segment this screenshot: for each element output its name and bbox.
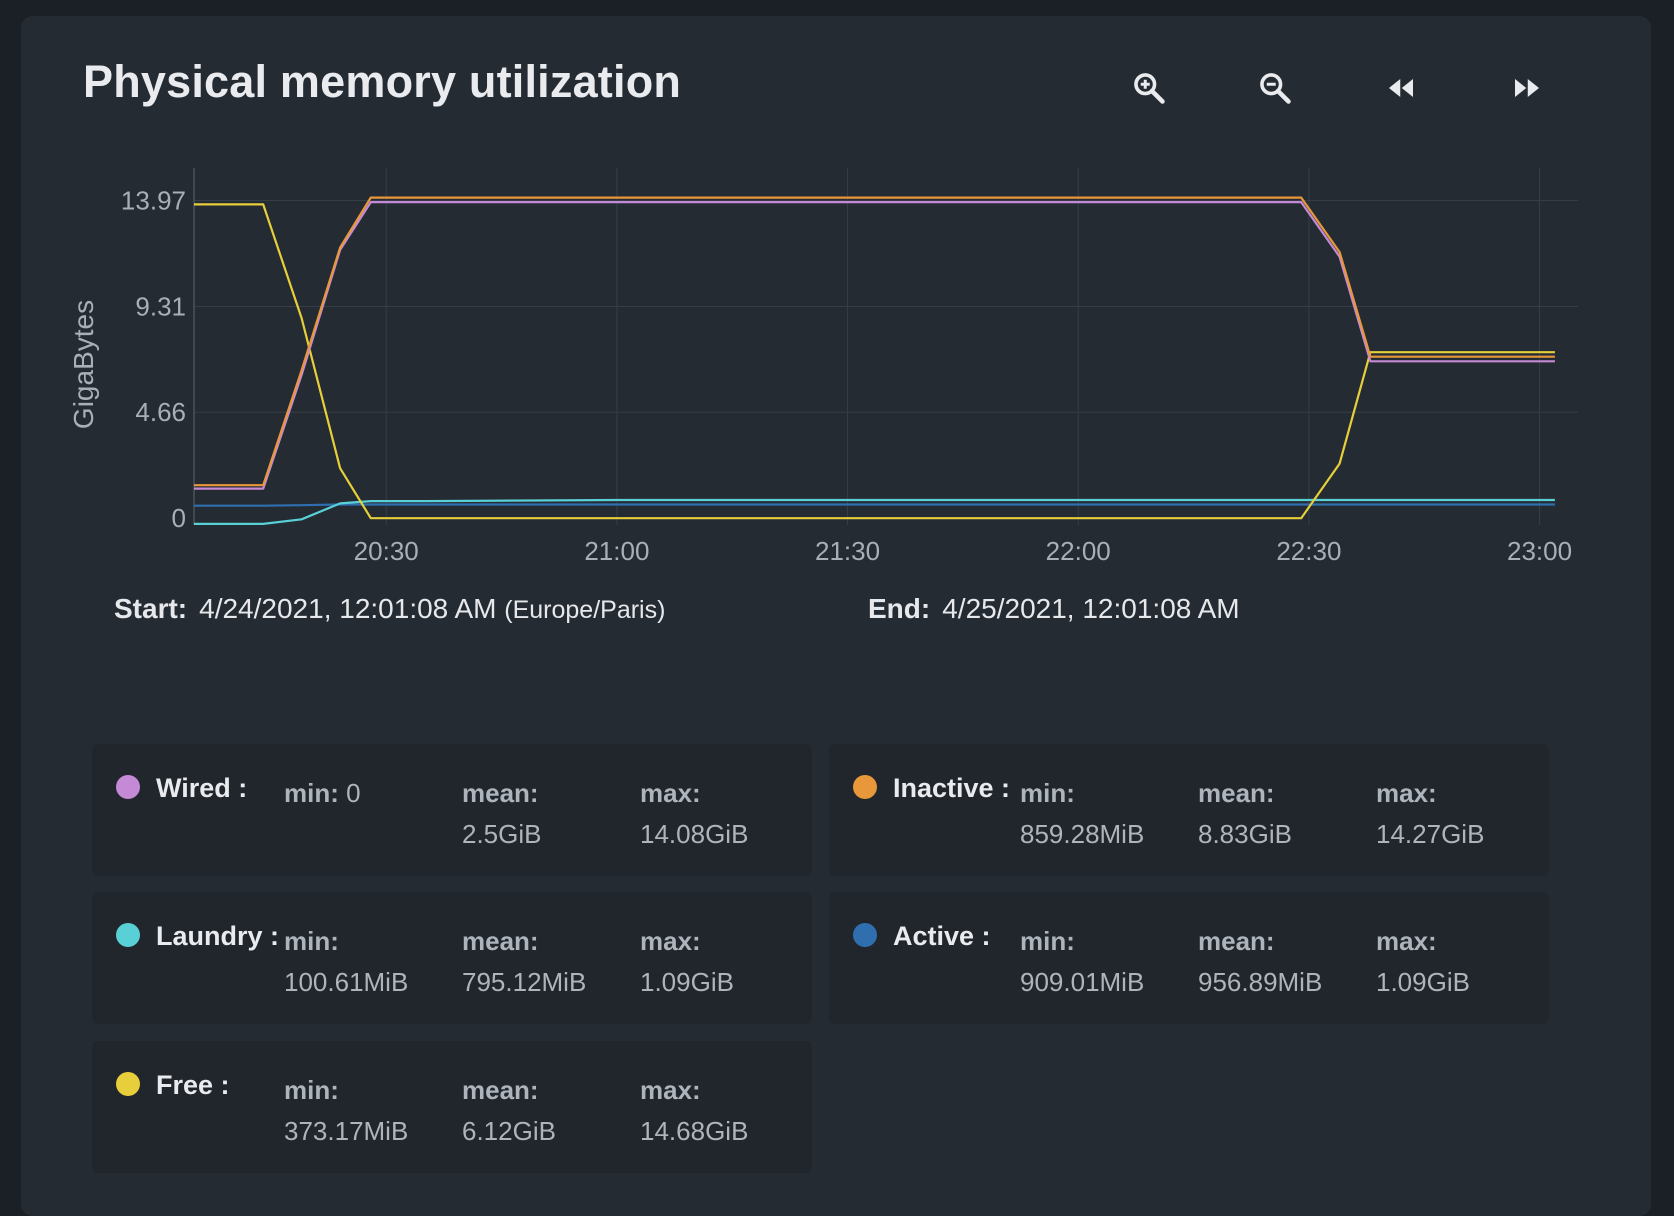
legend-stat-min: min: 0 <box>284 773 361 814</box>
legend-stat-mean: mean: 6.12GiB <box>462 1070 556 1152</box>
legend-color-dot <box>853 923 877 947</box>
stat-min-value: 100.61MiB <box>284 967 409 997</box>
start-value: 4/24/2021, 12:01:08 AM <box>199 593 497 624</box>
stat-mean-value: 2.5GiB <box>462 819 542 849</box>
stat-mean-label: mean: <box>1198 926 1275 956</box>
legend-stat-min: min: 859.28MiB <box>1020 773 1144 855</box>
stat-min-value: 909.01MiB <box>1020 967 1145 997</box>
legend-item[interactable]: Laundry : min: 100.61MiB mean: 795.12MiB max:… <box>92 892 812 1024</box>
legend-color-dot <box>116 923 140 947</box>
legend-stat-min: min: 909.01MiB <box>1020 921 1144 1003</box>
legend-item[interactable]: Free : min: 373.17MiB mean: 6.12GiB max: 14.68… <box>92 1041 812 1173</box>
series-line-wired <box>194 201 1555 490</box>
x-tick-label: 23:00 <box>1507 536 1572 566</box>
stat-max-value: 14.68GiB <box>640 1116 749 1146</box>
stat-max-value: 1.09GiB <box>640 967 734 997</box>
stat-mean-value: 795.12MiB <box>462 967 587 997</box>
stat-mean-label: mean: <box>1198 778 1275 808</box>
legend-color-dot <box>116 775 140 799</box>
stat-max-value: 14.27GiB <box>1376 819 1485 849</box>
legend-stat-max: max: 14.08GiB <box>640 773 748 855</box>
stat-max-label: max: <box>1376 926 1437 956</box>
series-line-inactive <box>194 196 1555 487</box>
legend-item[interactable]: Wired : min: 0 mean: 2.5GiB max: 14.08GiB <box>92 744 812 876</box>
stat-min-value: 859.28MiB <box>1020 819 1145 849</box>
x-tick-label: 21:30 <box>815 536 880 566</box>
x-tick-label: 21:00 <box>584 536 649 566</box>
stat-mean-label: mean: <box>462 926 539 956</box>
stat-mean-value: 8.83GiB <box>1198 819 1292 849</box>
legend-stat-max: max: 14.27GiB <box>1376 773 1484 855</box>
memory-line-chart[interactable]: 0 4.66 9.31 13.97 20:30 21:00 21:30 22:00 22:30 2… <box>0 0 1674 580</box>
y-tick-label: 9.31 <box>135 291 186 321</box>
range-end: End: 4/25/2021, 12:01:08 AM <box>868 593 1240 625</box>
legend-series-name: Active : <box>893 921 991 951</box>
legend-series-name: Free : <box>156 1070 230 1100</box>
stat-mean-label: mean: <box>462 1075 539 1105</box>
start-label: Start: <box>114 593 188 624</box>
legend-stat-mean: mean: 8.83GiB <box>1198 773 1292 855</box>
legend-series-name: Laundry : <box>156 921 280 951</box>
x-tick-label: 22:00 <box>1046 536 1111 566</box>
stat-min-label: min: <box>1020 926 1075 956</box>
stat-max-value: 1.09GiB <box>1376 967 1470 997</box>
legend-stat-max: max: 1.09GiB <box>640 921 734 1003</box>
stat-mean-value: 956.89MiB <box>1198 967 1323 997</box>
series-line-free <box>194 203 1555 520</box>
start-timezone: (Europe/Paris) <box>504 596 666 624</box>
stat-max-label: max: <box>1376 778 1437 808</box>
x-tick-label: 22:30 <box>1276 536 1341 566</box>
stat-min-label: min: <box>1020 778 1075 808</box>
stat-max-label: max: <box>640 1075 701 1105</box>
stat-max-label: max: <box>640 926 701 956</box>
y-tick-label: 13.97 <box>121 186 186 216</box>
end-value: 4/25/2021, 12:01:08 AM <box>942 593 1240 624</box>
legend-series-name: Inactive : <box>893 773 1011 803</box>
legend-stat-max: max: 1.09GiB <box>1376 921 1470 1003</box>
stat-min-label: min: <box>284 778 339 808</box>
x-tick-label: 20:30 <box>354 536 419 566</box>
legend-color-dot <box>116 1072 140 1096</box>
stat-min-value: 0 <box>338 778 361 808</box>
legend-stat-mean: mean: 956.89MiB <box>1198 921 1322 1003</box>
legend-stat-max: max: 14.68GiB <box>640 1070 748 1152</box>
y-axis-title: GigaBytes <box>68 300 99 429</box>
end-label: End: <box>868 593 931 624</box>
y-tick-label: 4.66 <box>135 397 186 427</box>
legend-item[interactable]: Active : min: 909.01MiB mean: 956.89MiB max: 1… <box>829 892 1549 1024</box>
stat-min-value: 373.17MiB <box>284 1116 409 1146</box>
stat-max-label: max: <box>640 778 701 808</box>
stat-mean-label: mean: <box>462 778 539 808</box>
series-line-active <box>194 503 1555 507</box>
stat-min-label: min: <box>284 926 339 956</box>
y-tick-label: 0 <box>172 503 186 533</box>
legend-stat-min: min: 373.17MiB <box>284 1070 408 1152</box>
stat-max-value: 14.08GiB <box>640 819 749 849</box>
legend-stat-mean: mean: 2.5GiB <box>462 773 542 855</box>
range-start: Start: 4/24/2021, 12:01:08 AM (Europe/Par… <box>114 593 665 625</box>
legend-item[interactable]: Inactive : min: 859.28MiB mean: 8.83GiB max: 1… <box>829 744 1549 876</box>
legend-stat-min: min: 100.61MiB <box>284 921 408 1003</box>
stat-min-label: min: <box>284 1075 339 1105</box>
legend-color-dot <box>853 775 877 799</box>
legend-series-name: Wired : <box>156 773 248 803</box>
legend-stat-mean: mean: 795.12MiB <box>462 921 586 1003</box>
stat-mean-value: 6.12GiB <box>462 1116 556 1146</box>
